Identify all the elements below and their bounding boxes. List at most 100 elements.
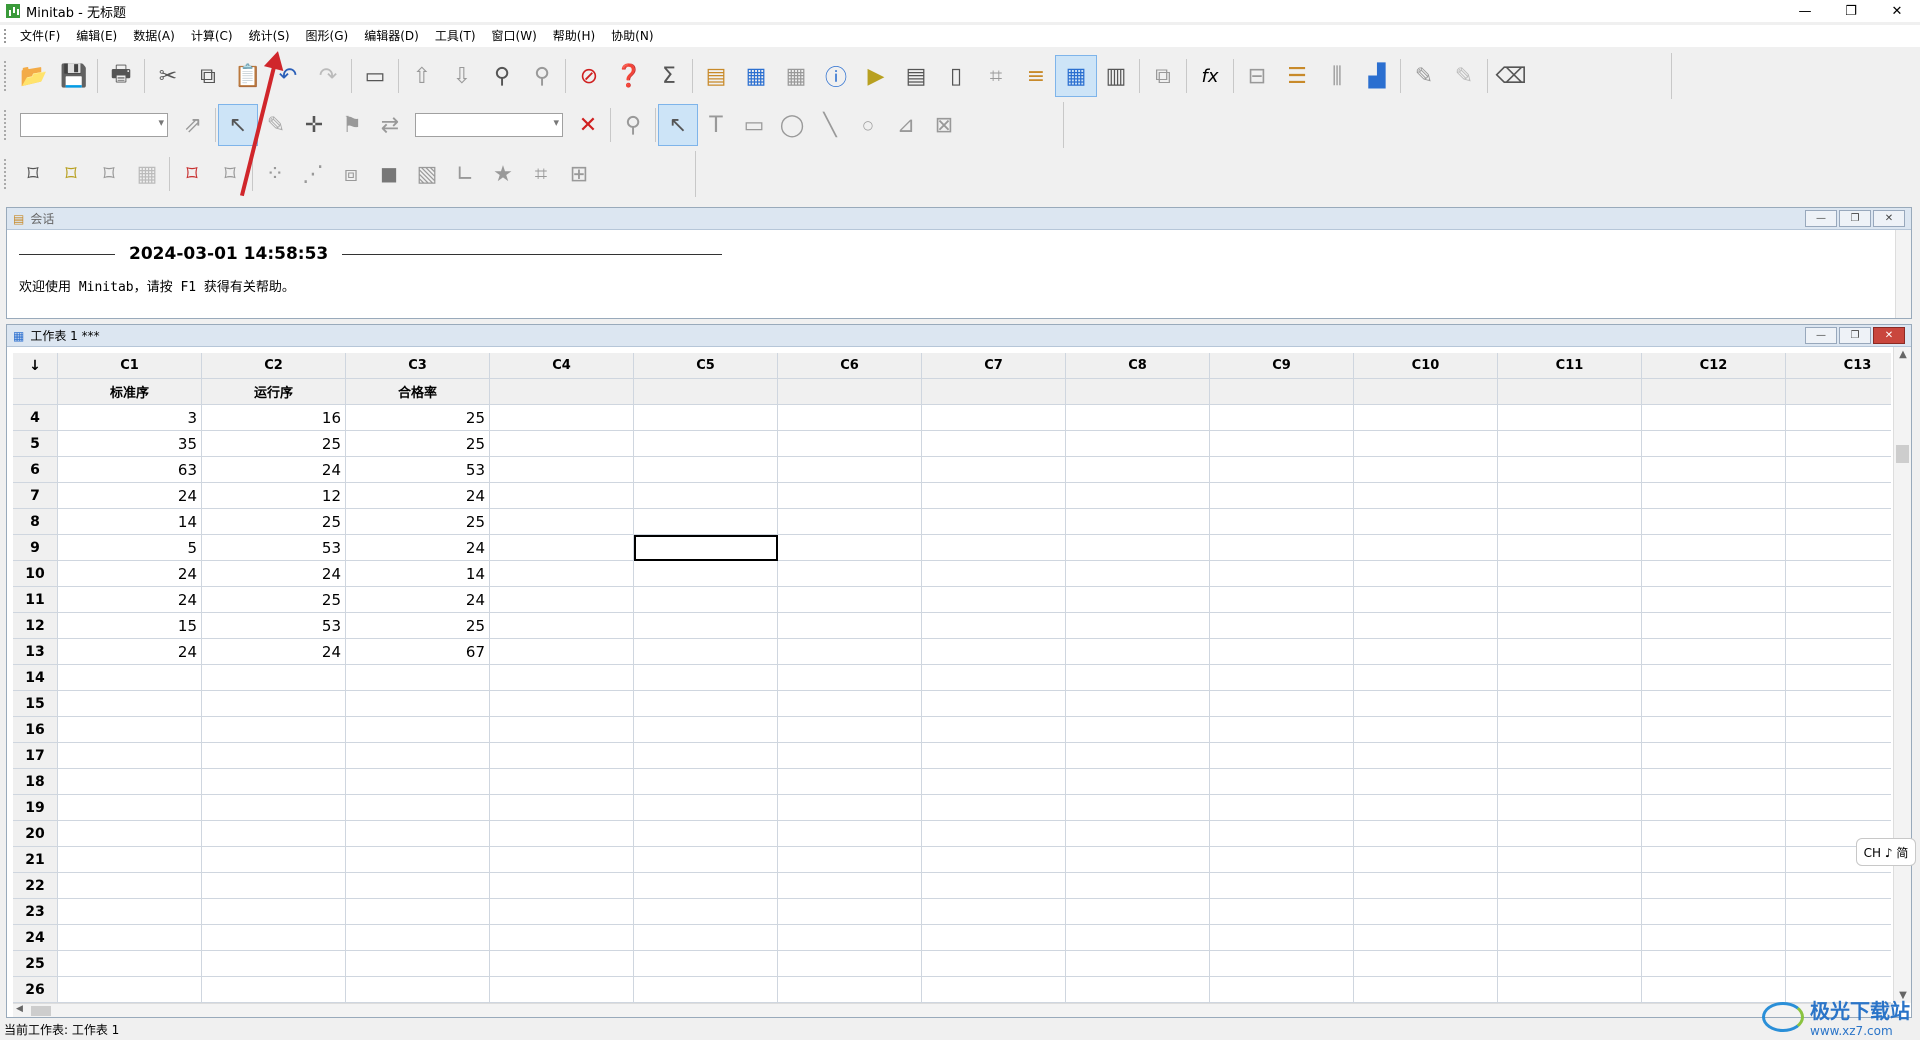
table-cell[interactable] <box>1786 951 1891 977</box>
column-header[interactable]: C4 <box>490 353 634 379</box>
table-cell[interactable] <box>1642 431 1786 457</box>
table-cell[interactable]: 24 <box>202 457 346 483</box>
table-cell[interactable] <box>1354 483 1498 509</box>
paste-icon[interactable]: 📋 <box>228 56 268 96</box>
table-cell[interactable] <box>1354 925 1498 951</box>
row-header[interactable]: 9 <box>13 535 58 561</box>
row-header[interactable]: 4 <box>13 405 58 431</box>
frame-edit-icon[interactable]: ⌑ <box>52 154 90 194</box>
scroll-left-icon[interactable]: ◀ <box>16 1004 23 1014</box>
table-cell[interactable] <box>1642 535 1786 561</box>
table-cell[interactable] <box>58 821 202 847</box>
table-cell[interactable] <box>778 509 922 535</box>
grid-icon[interactable]: ▦ <box>1055 55 1097 97</box>
maximize-button[interactable]: ❐ <box>1839 210 1871 227</box>
table-cell[interactable] <box>1066 769 1210 795</box>
column-header[interactable]: C3 <box>346 353 490 379</box>
scroll-thumb[interactable] <box>31 1006 51 1016</box>
rectangle-icon[interactable]: ▭ <box>735 105 773 145</box>
table-cell[interactable]: 35 <box>58 431 202 457</box>
table-cell[interactable] <box>634 717 778 743</box>
horizontal-scrollbar[interactable]: ◀ <box>13 1003 1893 1017</box>
table-cell[interactable] <box>1210 977 1354 1003</box>
table-cell[interactable] <box>58 925 202 951</box>
table-cell[interactable] <box>58 691 202 717</box>
table-cell[interactable] <box>346 847 490 873</box>
table-cell[interactable] <box>1066 613 1210 639</box>
brush-icon[interactable]: ⇗ <box>174 105 212 145</box>
table-cell[interactable] <box>346 769 490 795</box>
table-cell[interactable] <box>1498 717 1642 743</box>
table-cell[interactable] <box>490 691 634 717</box>
maximize-button[interactable]: ❐ <box>1839 327 1871 344</box>
axes-icon[interactable]: ∟ <box>446 154 484 194</box>
worksheet-titlebar[interactable]: ▦ 工作表 1 *** — ❐ ✕ <box>7 325 1911 347</box>
row-header[interactable]: 7 <box>13 483 58 509</box>
menu-grip[interactable] <box>4 29 12 43</box>
table-cell[interactable] <box>1786 405 1891 431</box>
table-cell[interactable] <box>1642 743 1786 769</box>
select-icon[interactable]: ↖ <box>658 104 698 146</box>
eraser-icon[interactable]: ⌫ <box>1491 56 1531 96</box>
assistant-icon[interactable]: ▤ <box>696 56 736 96</box>
table-cell[interactable] <box>490 847 634 873</box>
table-cell[interactable] <box>1210 899 1354 925</box>
row-header[interactable]: 22 <box>13 873 58 899</box>
table-cell[interactable] <box>202 951 346 977</box>
row-header[interactable]: 25 <box>13 951 58 977</box>
menu-window[interactable]: 窗口(W) <box>484 25 545 47</box>
table-cell[interactable]: 5 <box>58 535 202 561</box>
table-cell[interactable] <box>58 951 202 977</box>
graph-item-combo[interactable] <box>415 113 563 137</box>
table-cell[interactable] <box>1786 509 1891 535</box>
table-cell[interactable] <box>634 509 778 535</box>
ellipse-icon[interactable]: ◯ <box>773 105 811 145</box>
table-cell[interactable] <box>1210 847 1354 873</box>
table-cell[interactable] <box>1642 899 1786 925</box>
formula-icon[interactable]: fx <box>1190 56 1230 96</box>
table-cell[interactable] <box>202 925 346 951</box>
table-cell[interactable] <box>346 899 490 925</box>
table-cell[interactable] <box>634 873 778 899</box>
table-cell[interactable] <box>490 743 634 769</box>
minimize-button[interactable]: — <box>1805 327 1837 344</box>
table-cell[interactable]: 24 <box>58 561 202 587</box>
table-cell[interactable] <box>1642 613 1786 639</box>
table-cell[interactable]: 25 <box>346 509 490 535</box>
pen-disabled-icon[interactable]: ✎ <box>1444 56 1484 96</box>
table-cell[interactable] <box>1642 561 1786 587</box>
table-cell[interactable] <box>1354 769 1498 795</box>
table-cell[interactable] <box>1066 639 1210 665</box>
session-scrollbar[interactable] <box>1895 230 1911 318</box>
table-cell[interactable] <box>1066 483 1210 509</box>
table-cell[interactable] <box>490 483 634 509</box>
table-cell[interactable] <box>778 769 922 795</box>
table-cell[interactable] <box>922 509 1066 535</box>
table-cell[interactable]: 15 <box>58 613 202 639</box>
line-plot-icon[interactable]: ⋰ <box>294 154 332 194</box>
table-cell[interactable] <box>922 847 1066 873</box>
cube-icon[interactable]: ⧈ <box>332 154 370 194</box>
table-cell[interactable] <box>1786 535 1891 561</box>
table-cell[interactable] <box>922 899 1066 925</box>
close-button[interactable]: ✕ <box>1873 327 1905 344</box>
table-cell[interactable] <box>1210 509 1354 535</box>
column-header[interactable]: C8 <box>1066 353 1210 379</box>
table-cell[interactable] <box>346 717 490 743</box>
graph-element-combo[interactable] <box>20 113 168 137</box>
layered-icon[interactable]: ▧ <box>408 154 446 194</box>
table-cell[interactable] <box>58 873 202 899</box>
table-cell[interactable] <box>1642 509 1786 535</box>
layout-icon[interactable]: ▥ <box>1096 56 1136 96</box>
session-icon[interactable]: ▭ <box>355 56 395 96</box>
print-icon[interactable]: 🖶 <box>101 56 141 96</box>
table-cell[interactable] <box>634 977 778 1003</box>
table-cell[interactable]: 63 <box>58 457 202 483</box>
table-cell[interactable] <box>1066 925 1210 951</box>
table-cell[interactable] <box>490 717 634 743</box>
table-cell[interactable] <box>1786 457 1891 483</box>
table-cell[interactable] <box>778 405 922 431</box>
maximize-button[interactable]: ❐ <box>1828 0 1874 22</box>
table-cell[interactable] <box>634 587 778 613</box>
column-header[interactable]: C2 <box>202 353 346 379</box>
